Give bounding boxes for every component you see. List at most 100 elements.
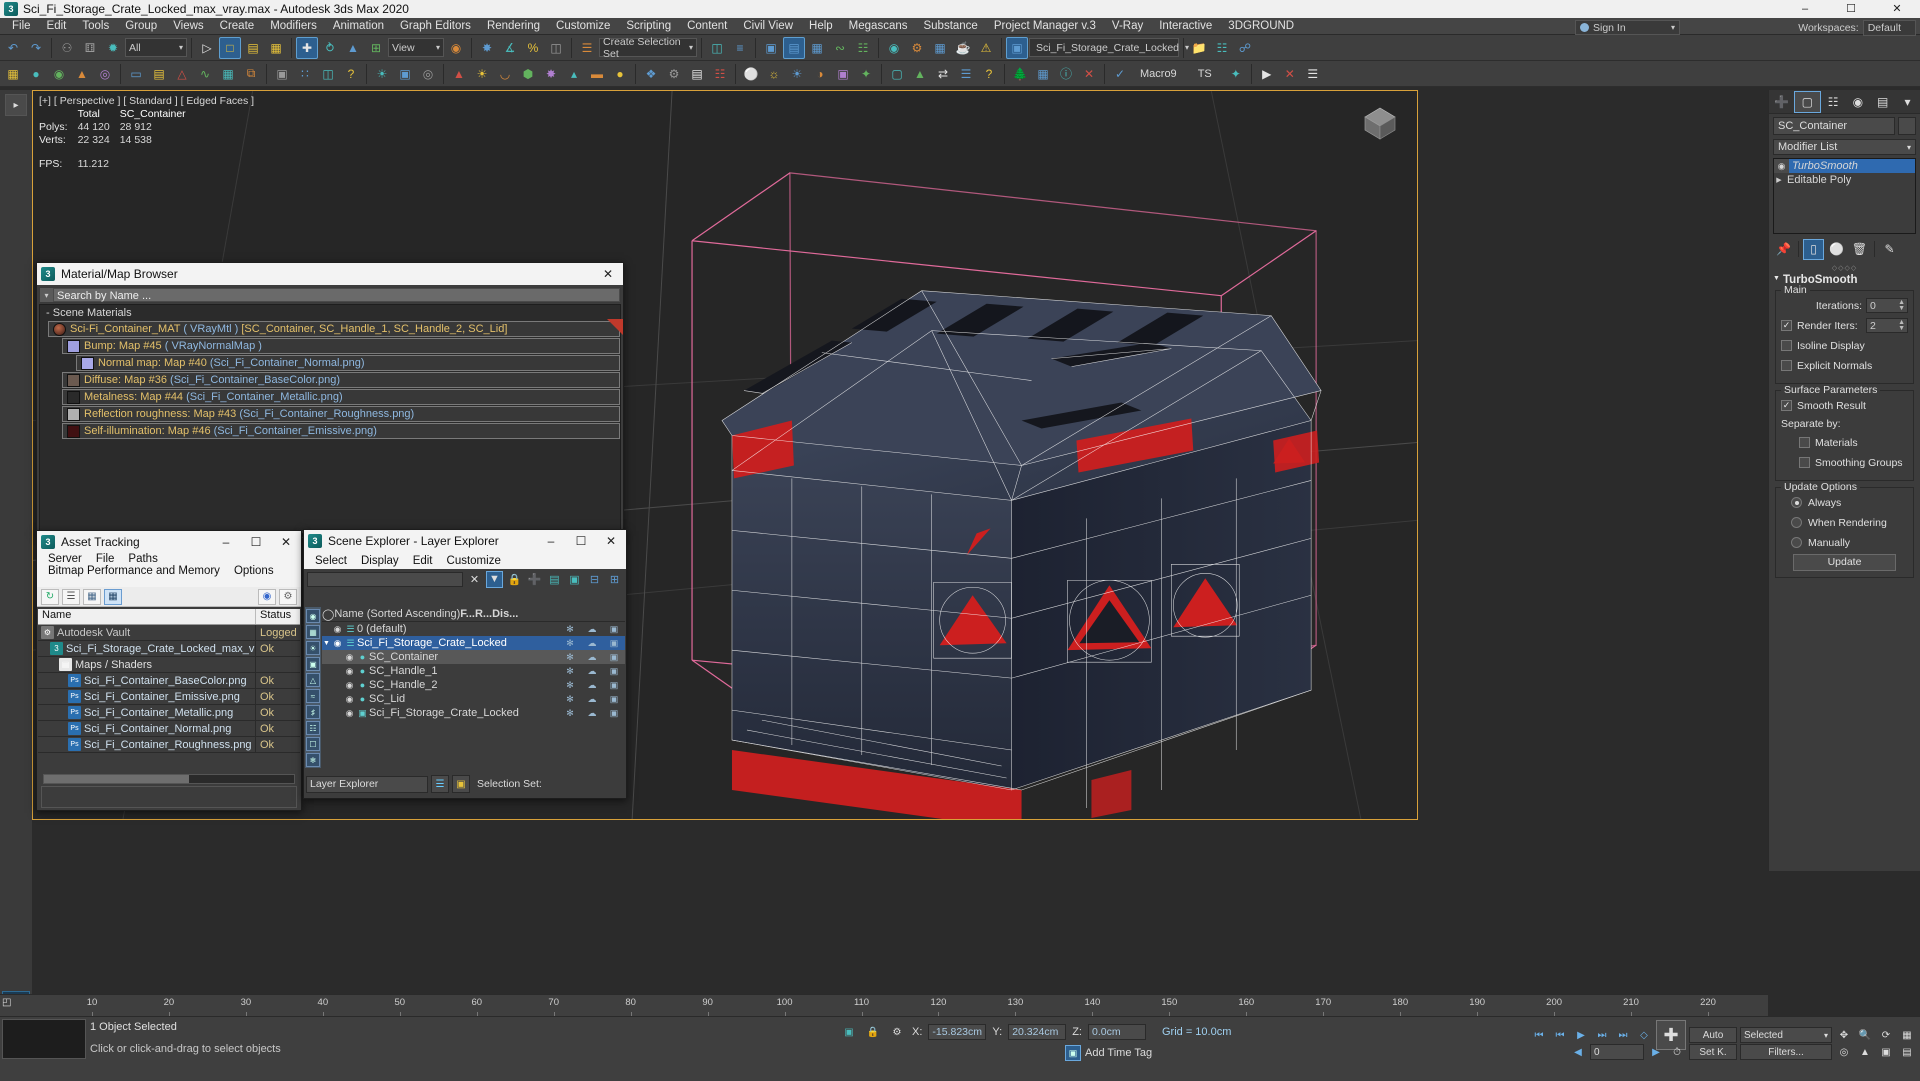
named-selection-set-combo[interactable]: Create Selection Set ▾: [599, 36, 697, 60]
vray-plane-icon[interactable]: ▬: [586, 63, 608, 85]
render-cell[interactable]: ☁: [581, 680, 603, 691]
menu-item-help[interactable]: Help: [801, 19, 841, 33]
visibility-eye-icon[interactable]: ◉: [343, 708, 356, 719]
library-icon[interactable]: ☰: [955, 63, 977, 85]
mini-listener[interactable]: [2, 1019, 86, 1059]
layer-col-head[interactable]: R...: [475, 608, 492, 620]
freeze-cell[interactable]: ✻: [559, 694, 581, 705]
make-unique-icon[interactable]: ⚪: [1826, 239, 1847, 260]
update-button[interactable]: Update: [1793, 554, 1896, 571]
display-tab[interactable]: ▤: [1870, 91, 1895, 113]
asset-horizontal-scrollbar[interactable]: [43, 774, 295, 784]
list-view-icon[interactable]: ☰: [62, 588, 80, 605]
layer-tree-header[interactable]: ◯ Name (Sorted Ascending) F...R...Dis...: [322, 607, 625, 622]
cone-icon[interactable]: ▲: [71, 63, 93, 85]
particle-icon[interactable]: ❖: [640, 63, 662, 85]
select-by-name-icon[interactable]: ▤: [242, 37, 264, 59]
scene-explorer-filter-input[interactable]: [307, 571, 463, 587]
material-map-row[interactable]: Bump: Map #45 ( VRayNormalMap ): [62, 338, 620, 354]
asset-menu-paths[interactable]: Paths: [121, 553, 164, 565]
select-and-move-icon[interactable]: ✚: [296, 36, 318, 59]
visibility-eye-icon[interactable]: ◉: [331, 624, 344, 635]
add-layer-icon[interactable]: ➕: [526, 571, 543, 588]
minimize-icon[interactable]: –: [211, 535, 241, 549]
show-end-result-icon[interactable]: ▯: [1803, 238, 1824, 260]
filter-helper-icon[interactable]: △: [306, 673, 320, 687]
asset-table[interactable]: Name Status ⚙ Autodesk Vault Logged 3 Sci_Fi…: [38, 609, 300, 770]
material-map-row[interactable]: Diffuse: Map #36 (Sci_Fi_Container_BaseC…: [62, 372, 620, 388]
target-camera-icon[interactable]: ◎: [417, 63, 439, 85]
asset-row[interactable]: Ps Sci_Fi_Container_Emissive.png Ok: [38, 689, 300, 705]
explorer-save-icon[interactable]: ▣: [452, 775, 470, 793]
object-name-field[interactable]: SC_Container: [1773, 117, 1895, 135]
explicit-normals-row[interactable]: Explicit Normals: [1781, 357, 1908, 374]
explorer-name-combo[interactable]: Layer Explorer: [306, 775, 428, 793]
select-object-icon[interactable]: ▷: [196, 37, 218, 59]
layer-explorer-icon[interactable]: ▣: [760, 37, 782, 59]
update-option-row[interactable]: Manually: [1781, 534, 1908, 551]
set-key-button[interactable]: Set K.: [1689, 1044, 1737, 1060]
layer-tree-row[interactable]: ◉ ☰ 0 (default) ✻ ☁ ▣: [322, 622, 625, 636]
refresh-icon[interactable]: ↻: [41, 588, 59, 605]
display-cell[interactable]: ▣: [603, 680, 625, 691]
vray-displacement-icon[interactable]: ▴: [563, 63, 585, 85]
link-manager-icon[interactable]: ☍: [1234, 37, 1256, 59]
zoom-icon[interactable]: 🔍: [1856, 1026, 1874, 1044]
asset-tracking-window[interactable]: 3 Asset Tracking – ☐ ✕ Server File Paths Bi…: [36, 530, 302, 811]
material-map-row[interactable]: Metalness: Map #44 (Sci_Fi_Container_Met…: [62, 389, 620, 405]
placement-icon[interactable]: ⊞: [365, 37, 387, 59]
view-cube-icon[interactable]: [1357, 101, 1403, 145]
vray-sun-icon[interactable]: ☀: [471, 63, 493, 85]
menu-item-modifiers[interactable]: Modifiers: [262, 19, 325, 33]
freeze-cell[interactable]: ✻: [559, 652, 581, 663]
time-tag-icon[interactable]: ▣: [1065, 1045, 1081, 1061]
key-filter-prev-icon[interactable]: ◀: [1569, 1043, 1587, 1061]
sphere-gizmo-icon[interactable]: ⚪: [740, 63, 762, 85]
current-frame-field[interactable]: 0: [1590, 1044, 1644, 1060]
smooth-result-checkbox[interactable]: ✓: [1781, 400, 1792, 411]
project-folder-icon[interactable]: 📁: [1188, 37, 1210, 59]
render-cell[interactable]: ☁: [581, 652, 603, 663]
object-color-swatch[interactable]: [1898, 117, 1916, 135]
scene-explorer-window[interactable]: 3 Scene Explorer - Layer Explorer – ☐ ✕ …: [303, 529, 627, 799]
menu-item-create[interactable]: Create: [212, 19, 263, 33]
hair-icon[interactable]: ☷: [709, 63, 731, 85]
light-icon[interactable]: ☀: [371, 63, 393, 85]
filter-spacewarp-icon[interactable]: ≈: [306, 689, 320, 703]
command-panel[interactable]: ➕ ▢ ☷ ◉ ▤ ▾ SC_Container Modifier List ▾…: [1768, 90, 1920, 871]
selection-lock-icon[interactable]: ▣: [840, 1023, 858, 1041]
stop-script-icon[interactable]: ✕: [1279, 63, 1301, 85]
key-mode-icon[interactable]: ◇: [1635, 1026, 1653, 1044]
modifier-stack-row[interactable]: ▶ Editable Poly: [1774, 173, 1915, 187]
spinner-arrows-icon[interactable]: ▲ ▼: [1898, 319, 1907, 332]
render-setup-icon[interactable]: ⚙: [906, 37, 928, 59]
display-cell[interactable]: ▣: [603, 638, 625, 649]
select-and-scale-icon[interactable]: ▲: [342, 37, 364, 59]
modifier-stack[interactable]: ◉ TurboSmooth ▶ Editable Poly: [1773, 158, 1916, 234]
layer-tree-row[interactable]: ◉ ● SC_Container ✻ ☁ ▣: [322, 650, 625, 664]
z-field[interactable]: 0.0cm: [1087, 1024, 1146, 1040]
pan-icon[interactable]: ✥: [1835, 1026, 1853, 1044]
display-cell[interactable]: ▣: [603, 666, 625, 677]
update-option-row[interactable]: When Rendering: [1781, 514, 1908, 531]
maximize-icon[interactable]: ☐: [241, 535, 271, 549]
time-ruler[interactable]: 10 20 30 40 50 60 70 80 90 100 110 120 130 140 150 160 1…: [32, 995, 1768, 1017]
select-and-rotate-icon[interactable]: ⥁: [319, 37, 341, 59]
asset-row[interactable]: Ps Sci_Fi_Container_Metallic.png Ok: [38, 705, 300, 721]
menu-item-animation[interactable]: Animation: [325, 19, 392, 33]
material-search-row[interactable]: ▾ Search by Name ...: [39, 287, 621, 303]
menu-item-megascans[interactable]: Megascans: [841, 19, 916, 33]
filter-geometry-icon[interactable]: ▦: [306, 625, 320, 639]
first-frame-icon[interactable]: ⏮: [1530, 1026, 1548, 1044]
key-filters-button[interactable]: Filters...: [1740, 1044, 1832, 1060]
menu-item-civil-view[interactable]: Civil View: [735, 19, 801, 33]
expand-all-icon[interactable]: ⊞: [606, 571, 623, 588]
maximize-toggle-icon[interactable]: ▤: [1898, 1043, 1916, 1061]
maximize-viewport-icon[interactable]: ▦: [1898, 1026, 1916, 1044]
scene-menu-select[interactable]: Select: [308, 555, 354, 567]
network-icon[interactable]: ◉: [258, 588, 276, 605]
hierarchy-tab[interactable]: ☷: [1821, 91, 1846, 113]
cloth-icon[interactable]: ▤: [686, 63, 708, 85]
prev-frame-icon[interactable]: ⏮: [1551, 1026, 1569, 1044]
next-frame-icon[interactable]: ⏭: [1593, 1026, 1611, 1044]
